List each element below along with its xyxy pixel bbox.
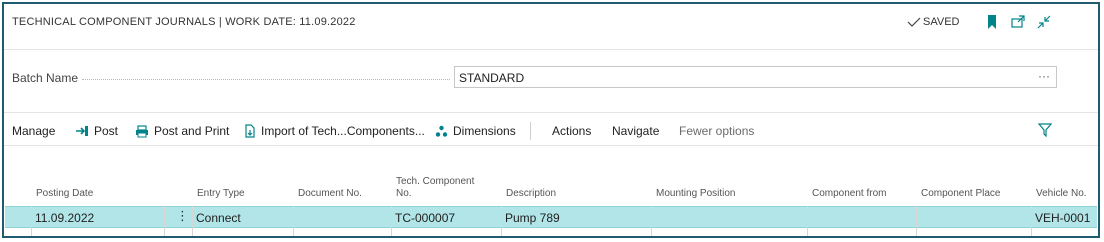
batch-lookup-button[interactable]: ···	[1038, 69, 1050, 83]
column-gridline	[293, 206, 294, 236]
column-header-tech-component-no-line1: Tech. Component	[396, 176, 475, 187]
open-new-window-icon[interactable]	[1010, 14, 1026, 30]
collapse-icon[interactable]	[1036, 14, 1052, 30]
actions-menu[interactable]: Actions	[552, 124, 591, 138]
divider	[4, 112, 1098, 113]
saved-label: SAVED	[923, 16, 960, 28]
table-row[interactable]: 11.09.2022 ⋮ Connect TC-000007 Pump 789 …	[5, 206, 1097, 228]
column-header-entry-type[interactable]: Entry Type	[197, 188, 245, 200]
printer-icon	[136, 124, 148, 137]
field-leader-dots	[82, 79, 450, 81]
column-header-posting-date[interactable]: Posting Date	[36, 188, 93, 200]
column-gridline	[651, 206, 652, 236]
tech-component-no-cell[interactable]: TC-000007	[395, 211, 455, 225]
dimensions-icon	[435, 125, 448, 137]
checkmark-icon	[907, 17, 921, 27]
manage-menu[interactable]: Manage	[12, 124, 55, 138]
filter-icon[interactable]	[1038, 123, 1052, 137]
journal-window: TECHNICAL COMPONENT JOURNALS | WORK DATE…	[2, 2, 1100, 238]
entry-type-cell[interactable]: Connect	[196, 211, 241, 225]
fewer-options-button[interactable]: Fewer options	[679, 124, 754, 138]
column-gridline	[391, 206, 392, 236]
page-title: TECHNICAL COMPONENT JOURNALS | WORK DATE…	[12, 16, 356, 28]
import-document-icon	[245, 124, 255, 138]
action-separator	[530, 122, 531, 140]
batch-name-label: Batch Name	[12, 71, 79, 85]
saved-status: SAVED	[907, 16, 959, 28]
vehicle-no-cell[interactable]: VEH-0001	[1035, 211, 1090, 225]
post-label: Post	[94, 124, 119, 138]
column-gridline	[164, 206, 165, 236]
navigate-menu[interactable]: Navigate	[612, 124, 659, 138]
divider	[4, 49, 1098, 50]
bookmark-icon[interactable]	[986, 14, 1002, 30]
posting-date-cell[interactable]: 11.09.2022	[35, 211, 94, 225]
column-gridline	[916, 206, 917, 236]
column-gridline	[807, 206, 808, 236]
column-header-vehicle-no[interactable]: Vehicle No.	[1036, 188, 1087, 200]
row-actions-menu[interactable]: ⋮	[176, 208, 189, 224]
batch-name-value: STANDARD	[459, 71, 525, 85]
column-header-component-from[interactable]: Component from	[812, 188, 886, 200]
dimensions-button[interactable]: Dimensions	[435, 124, 516, 138]
post-button[interactable]: Post	[75, 124, 118, 138]
dimensions-label: Dimensions	[453, 124, 516, 138]
column-gridline	[501, 206, 502, 236]
column-header-tech-component-no[interactable]: Tech. Component No.	[396, 176, 474, 200]
title-bar: TECHNICAL COMPONENT JOURNALS | WORK DATE…	[4, 4, 1098, 44]
divider	[4, 145, 1098, 146]
column-header-tech-component-no-line2: No.	[396, 188, 412, 199]
post-and-print-button[interactable]: Post and Print	[135, 124, 229, 138]
column-header-mounting-position[interactable]: Mounting Position	[656, 188, 736, 200]
column-gridline	[31, 206, 32, 236]
post-icon	[76, 126, 88, 136]
column-header-component-place[interactable]: Component Place	[921, 188, 1001, 200]
column-gridline	[192, 206, 193, 236]
import-tech-components-button[interactable]: Import of Tech...Components...	[244, 124, 425, 138]
column-header-document-no[interactable]: Document No.	[298, 188, 362, 200]
action-bar: Manage Post Post and Print Import of Tec…	[4, 120, 1098, 142]
description-cell[interactable]: Pump 789	[505, 211, 560, 225]
post-and-print-label: Post and Print	[154, 124, 230, 138]
batch-name-field[interactable]: STANDARD ···	[454, 66, 1057, 88]
column-header-description[interactable]: Description	[506, 188, 556, 200]
column-gridline	[1031, 206, 1032, 236]
import-tech-components-label: Import of Tech...Components...	[261, 124, 425, 138]
